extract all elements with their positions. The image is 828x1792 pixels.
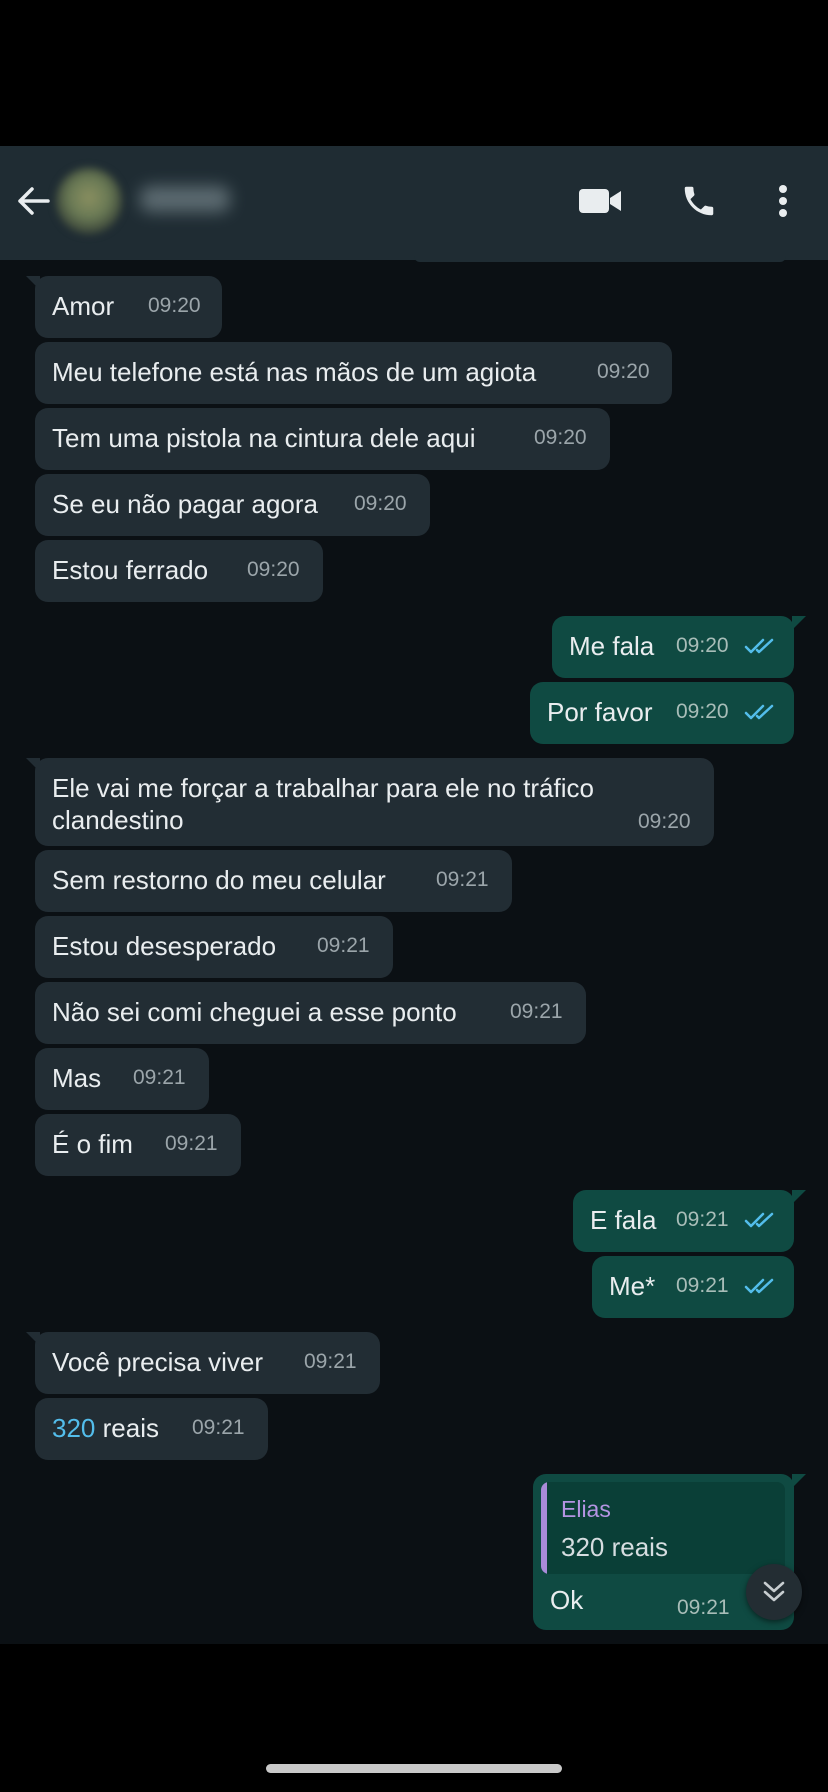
bubble-tail: [26, 1332, 40, 1346]
bubble-tail: [26, 276, 40, 290]
message-incoming[interactable]: Ele vai me forçar a trabalhar para ele n…: [26, 758, 714, 846]
phone-number-link[interactable]: 320: [52, 1413, 95, 1443]
bubble-tail: [792, 1190, 806, 1204]
quoted-message[interactable]: Elias 320 reais: [541, 1482, 785, 1574]
message-incoming[interactable]: 320 reais 09:21: [35, 1398, 268, 1460]
message-time: 09:21: [510, 1000, 563, 1023]
message-incoming[interactable]: Não sei comi cheguei a esse ponto 09:21: [35, 982, 586, 1044]
message-incoming[interactable]: É o fim 09:21: [35, 1114, 241, 1176]
pinned-banner-edge: [414, 254, 786, 262]
message-text: Ok: [550, 1585, 584, 1615]
message-text: Se eu não pagar agora: [52, 489, 318, 519]
message-incoming[interactable]: Estou desesperado 09:21: [35, 916, 393, 978]
message-text-rest: reais: [95, 1413, 159, 1443]
message-time: 09:21: [133, 1066, 186, 1089]
message-incoming[interactable]: Sem restorno do meu celular 09:21: [35, 850, 512, 912]
video-call-icon[interactable]: [572, 176, 628, 226]
message-outgoing[interactable]: E fala 09:21: [573, 1190, 806, 1252]
message-time: 09:21: [317, 934, 370, 957]
message-text: Sem restorno do meu celular: [52, 865, 386, 895]
message-text: Por favor: [547, 697, 653, 727]
message-outgoing[interactable]: Por favor 09:20: [530, 682, 794, 744]
status-bar-area: [0, 0, 828, 146]
message-time: 09:20: [247, 558, 300, 581]
message-time: 09:21: [676, 1274, 729, 1297]
bubble-tail: [792, 616, 806, 630]
message-outgoing[interactable]: Me fala 09:20: [552, 616, 806, 678]
bubble-tail: [26, 758, 40, 772]
scroll-to-bottom-button[interactable]: [746, 1564, 802, 1620]
home-indicator[interactable]: [266, 1764, 562, 1773]
contact-name-blurred[interactable]: [140, 186, 230, 212]
more-options-icon[interactable]: [758, 176, 808, 226]
message-time: 09:20: [354, 492, 407, 515]
message-time: 09:20: [676, 700, 729, 723]
read-ticks-icon: [744, 1278, 774, 1294]
read-ticks-icon: [744, 704, 774, 720]
message-text: Estou desesperado: [52, 931, 277, 961]
message-time: 09:20: [638, 810, 691, 833]
message-text: Mas: [52, 1063, 102, 1093]
message-text: E fala: [590, 1205, 657, 1235]
message-time: 09:21: [676, 1208, 729, 1231]
message-time: 09:21: [304, 1350, 357, 1373]
voice-call-icon[interactable]: [672, 176, 726, 226]
message-incoming[interactable]: Você precisa viver 09:21: [26, 1332, 380, 1394]
message-incoming[interactable]: Tem uma pistola na cintura dele aqui 09:…: [35, 408, 610, 470]
message-text: Amor: [52, 291, 115, 321]
message-incoming[interactable]: Se eu não pagar agora 09:20: [35, 474, 430, 536]
double-chevron-down-icon: [763, 1581, 785, 1602]
message-text: Me fala: [569, 631, 655, 661]
message-text: Não sei comi cheguei a esse ponto: [52, 997, 457, 1027]
message-text: Estou ferrado: [52, 555, 209, 585]
message-time: 09:21: [677, 1596, 730, 1619]
message-time: 09:21: [192, 1416, 245, 1439]
message-time: 09:20: [148, 294, 201, 317]
message-time: 09:20: [597, 360, 650, 383]
back-arrow-icon[interactable]: [8, 176, 58, 226]
message-text: Me*: [609, 1271, 656, 1301]
message-time: 09:20: [676, 634, 729, 657]
message-text: Tem uma pistola na cintura dele aqui: [52, 423, 476, 453]
quoted-author: Elias: [561, 1496, 611, 1522]
message-incoming[interactable]: Meu telefone está nas mãos de um agiota …: [35, 342, 672, 404]
message-incoming[interactable]: Estou ferrado 09:20: [35, 540, 323, 602]
chat-header: [0, 146, 828, 260]
message-time: 09:20: [534, 426, 587, 449]
message-text: É o fim: [52, 1129, 133, 1159]
contact-avatar[interactable]: [56, 168, 122, 234]
quote-bar: [541, 1482, 547, 1574]
message-text: Você precisa viver: [52, 1347, 263, 1377]
read-ticks-icon: [744, 1212, 774, 1228]
chat-screen: Amor 09:20 Meu telefone está nas mãos de…: [0, 146, 828, 1644]
message-time: 09:21: [165, 1132, 218, 1155]
message-incoming[interactable]: Amor 09:20: [26, 276, 222, 338]
message-outgoing[interactable]: Me* 09:21: [592, 1256, 794, 1318]
message-text: Meu telefone está nas mãos de um agiota: [52, 357, 537, 387]
message-time: 09:21: [436, 868, 489, 891]
message-text: Ele vai me forçar a trabalhar para ele n…: [52, 773, 594, 835]
message-incoming[interactable]: Mas 09:21: [35, 1048, 209, 1110]
message-text: 320 reais: [52, 1412, 159, 1444]
bubble-tail: [792, 1474, 806, 1488]
read-ticks-icon: [744, 638, 774, 654]
quoted-text: 320 reais: [561, 1532, 668, 1562]
